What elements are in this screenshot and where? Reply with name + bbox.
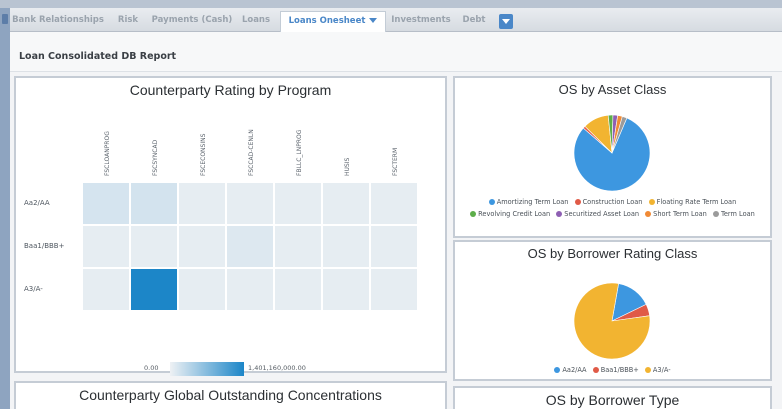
heatmap-column-label: FSCECONSINS xyxy=(200,133,207,176)
heatmap-cell[interactable] xyxy=(130,182,178,225)
legend-label: Baa1/BBB+ xyxy=(600,366,639,374)
page-title: Loan Consolidated DB Report xyxy=(19,51,177,62)
chevron-down-icon xyxy=(502,19,510,24)
legend-dot xyxy=(592,367,599,373)
heatmap-cell[interactable] xyxy=(82,268,130,311)
legend-dot xyxy=(644,367,651,373)
legend-item: Short Term Loan xyxy=(645,208,707,220)
heatmap-cell[interactable] xyxy=(130,268,178,311)
legend-dot xyxy=(470,211,477,217)
legend-item: Baa1/BBB+ xyxy=(592,364,639,376)
asset-class-panel: OS by Asset Class Amortizing Term Loan C… xyxy=(453,76,772,238)
legend-item: Floating Rate Term Loan xyxy=(648,196,737,208)
asset-class-legend: Amortizing Term Loan Construction Loan F… xyxy=(455,196,770,220)
more-tabs-button[interactable] xyxy=(499,14,513,29)
heatmap-cell[interactable] xyxy=(370,268,418,311)
color-scale-bar xyxy=(170,362,244,376)
legend-dot xyxy=(556,211,563,217)
heatmap-cell[interactable] xyxy=(226,225,274,268)
legend-label: Amortizing Term Loan xyxy=(496,198,569,206)
heatmap-cell[interactable] xyxy=(130,225,178,268)
borrower-type-panel: OS by Borrower Type xyxy=(453,386,772,409)
heatmap-row-label: A3/A- xyxy=(24,284,43,293)
legend-label: Short Term Loan xyxy=(653,210,707,218)
tab-payments-cash[interactable]: Payments (Cash) xyxy=(150,11,234,32)
legend-dot xyxy=(648,199,655,205)
heatmap-cell[interactable] xyxy=(370,225,418,268)
heatmap-cell[interactable] xyxy=(322,268,370,311)
page-header: Loan Consolidated DB Report xyxy=(10,32,782,72)
heatmap-cell[interactable] xyxy=(82,225,130,268)
heatmap-cell[interactable] xyxy=(322,225,370,268)
heatmap-column-label: FSCSYNCAD xyxy=(152,139,159,176)
tab-loans-onesheet-label: Loans Onesheet xyxy=(288,16,366,26)
heatmap-chart: FSCLOANPROG FSCSYNCAD FSCECONSINS FSCCAD-CE… xyxy=(16,78,445,371)
panel-title: OS by Borrower Type xyxy=(545,392,680,408)
legend-label: A3/A- xyxy=(652,366,671,374)
tab-investments[interactable]: Investments xyxy=(388,11,454,32)
chevron-down-icon xyxy=(369,18,378,23)
panel-title: Counterparty Global Outstanding Concentr… xyxy=(79,387,382,403)
heatmap-cell[interactable] xyxy=(226,268,274,311)
heatmap-column-label: FBLLC_LNPROG xyxy=(296,129,303,176)
legend-item: Amortizing Term Loan xyxy=(488,196,569,208)
heatmap-cell[interactable] xyxy=(178,182,226,225)
sidebar-toggle-icon[interactable] xyxy=(2,14,8,24)
scale-max-label: 1,401,160,000.00 xyxy=(248,364,306,372)
legend-label: Floating Rate Term Loan xyxy=(656,198,737,206)
heatmap-cell[interactable] xyxy=(226,182,274,225)
top-navigation: Bank Relationships Risk Payments (Cash) … xyxy=(10,8,782,33)
legend-item: A3/A- xyxy=(644,364,671,376)
window-top-edge xyxy=(0,0,782,8)
tab-bank-relationships[interactable]: Bank Relationships xyxy=(10,11,106,32)
counterparty-rating-panel: Counterparty Rating by Program FSCLOANPR… xyxy=(14,76,447,376)
heatmap-cell[interactable] xyxy=(178,225,226,268)
legend-item: Construction Loan xyxy=(574,196,643,208)
heatmap-column-label: FSCTERM xyxy=(392,147,399,176)
heatmap-cell[interactable] xyxy=(274,182,322,225)
borrower-rating-pie-chart xyxy=(573,282,651,360)
tab-debt[interactable]: Debt xyxy=(456,11,492,32)
legend-label: Construction Loan xyxy=(582,198,643,206)
heatmap-cell[interactable] xyxy=(370,182,418,225)
legend-label: Term Loan xyxy=(720,210,755,218)
legend-dot xyxy=(554,367,561,373)
heatmap-column-label: HUSIS xyxy=(344,157,351,176)
borrower-rating-panel: OS by Borrower Rating Class Aa2/AA Baa1/… xyxy=(453,240,772,381)
heatmap-cell[interactable] xyxy=(178,268,226,311)
tab-loans[interactable]: Loans xyxy=(236,11,276,32)
legend-item: Aa2/AA xyxy=(554,364,587,376)
legend-item: Term Loan xyxy=(712,208,755,220)
legend-dot xyxy=(645,211,652,217)
heatmap-cell[interactable] xyxy=(274,268,322,311)
legend-label: Aa2/AA xyxy=(562,366,587,374)
tab-risk[interactable]: Risk xyxy=(108,11,148,32)
legend-dot xyxy=(488,199,495,205)
heatmap-row-label: Baa1/BBB+ xyxy=(24,241,65,250)
legend-dot xyxy=(574,199,581,205)
legend-item: Securitized Asset Loan xyxy=(556,208,639,220)
dashboard-content: Loan Consolidated DB Report Counterparty… xyxy=(10,32,782,409)
legend-dot xyxy=(712,211,719,217)
legend-item: Revolving Credit Loan xyxy=(470,208,550,220)
heatmap-row-label: Aa2/AA xyxy=(24,198,50,207)
heatmap-cell[interactable] xyxy=(274,225,322,268)
scale-min-label: 0.00 xyxy=(144,364,159,372)
heatmap-column-label: FSCLOANPROG xyxy=(104,131,111,176)
legend-label: Revolving Credit Loan xyxy=(478,210,551,218)
legend-label: Securitized Asset Loan xyxy=(564,210,640,218)
borrower-rating-legend: Aa2/AA Baa1/BBB+ A3/A- xyxy=(455,364,770,376)
heatmap-cell[interactable] xyxy=(322,182,370,225)
tab-loans-onesheet[interactable]: Loans Onesheet xyxy=(280,11,386,33)
heatmap-column-label: FSCCAD-CENLN xyxy=(248,129,255,176)
heatmap-cell[interactable] xyxy=(82,182,130,225)
global-outstanding-panel: Counterparty Global Outstanding Concentr… xyxy=(14,381,447,409)
left-sidebar-strip xyxy=(0,8,10,409)
